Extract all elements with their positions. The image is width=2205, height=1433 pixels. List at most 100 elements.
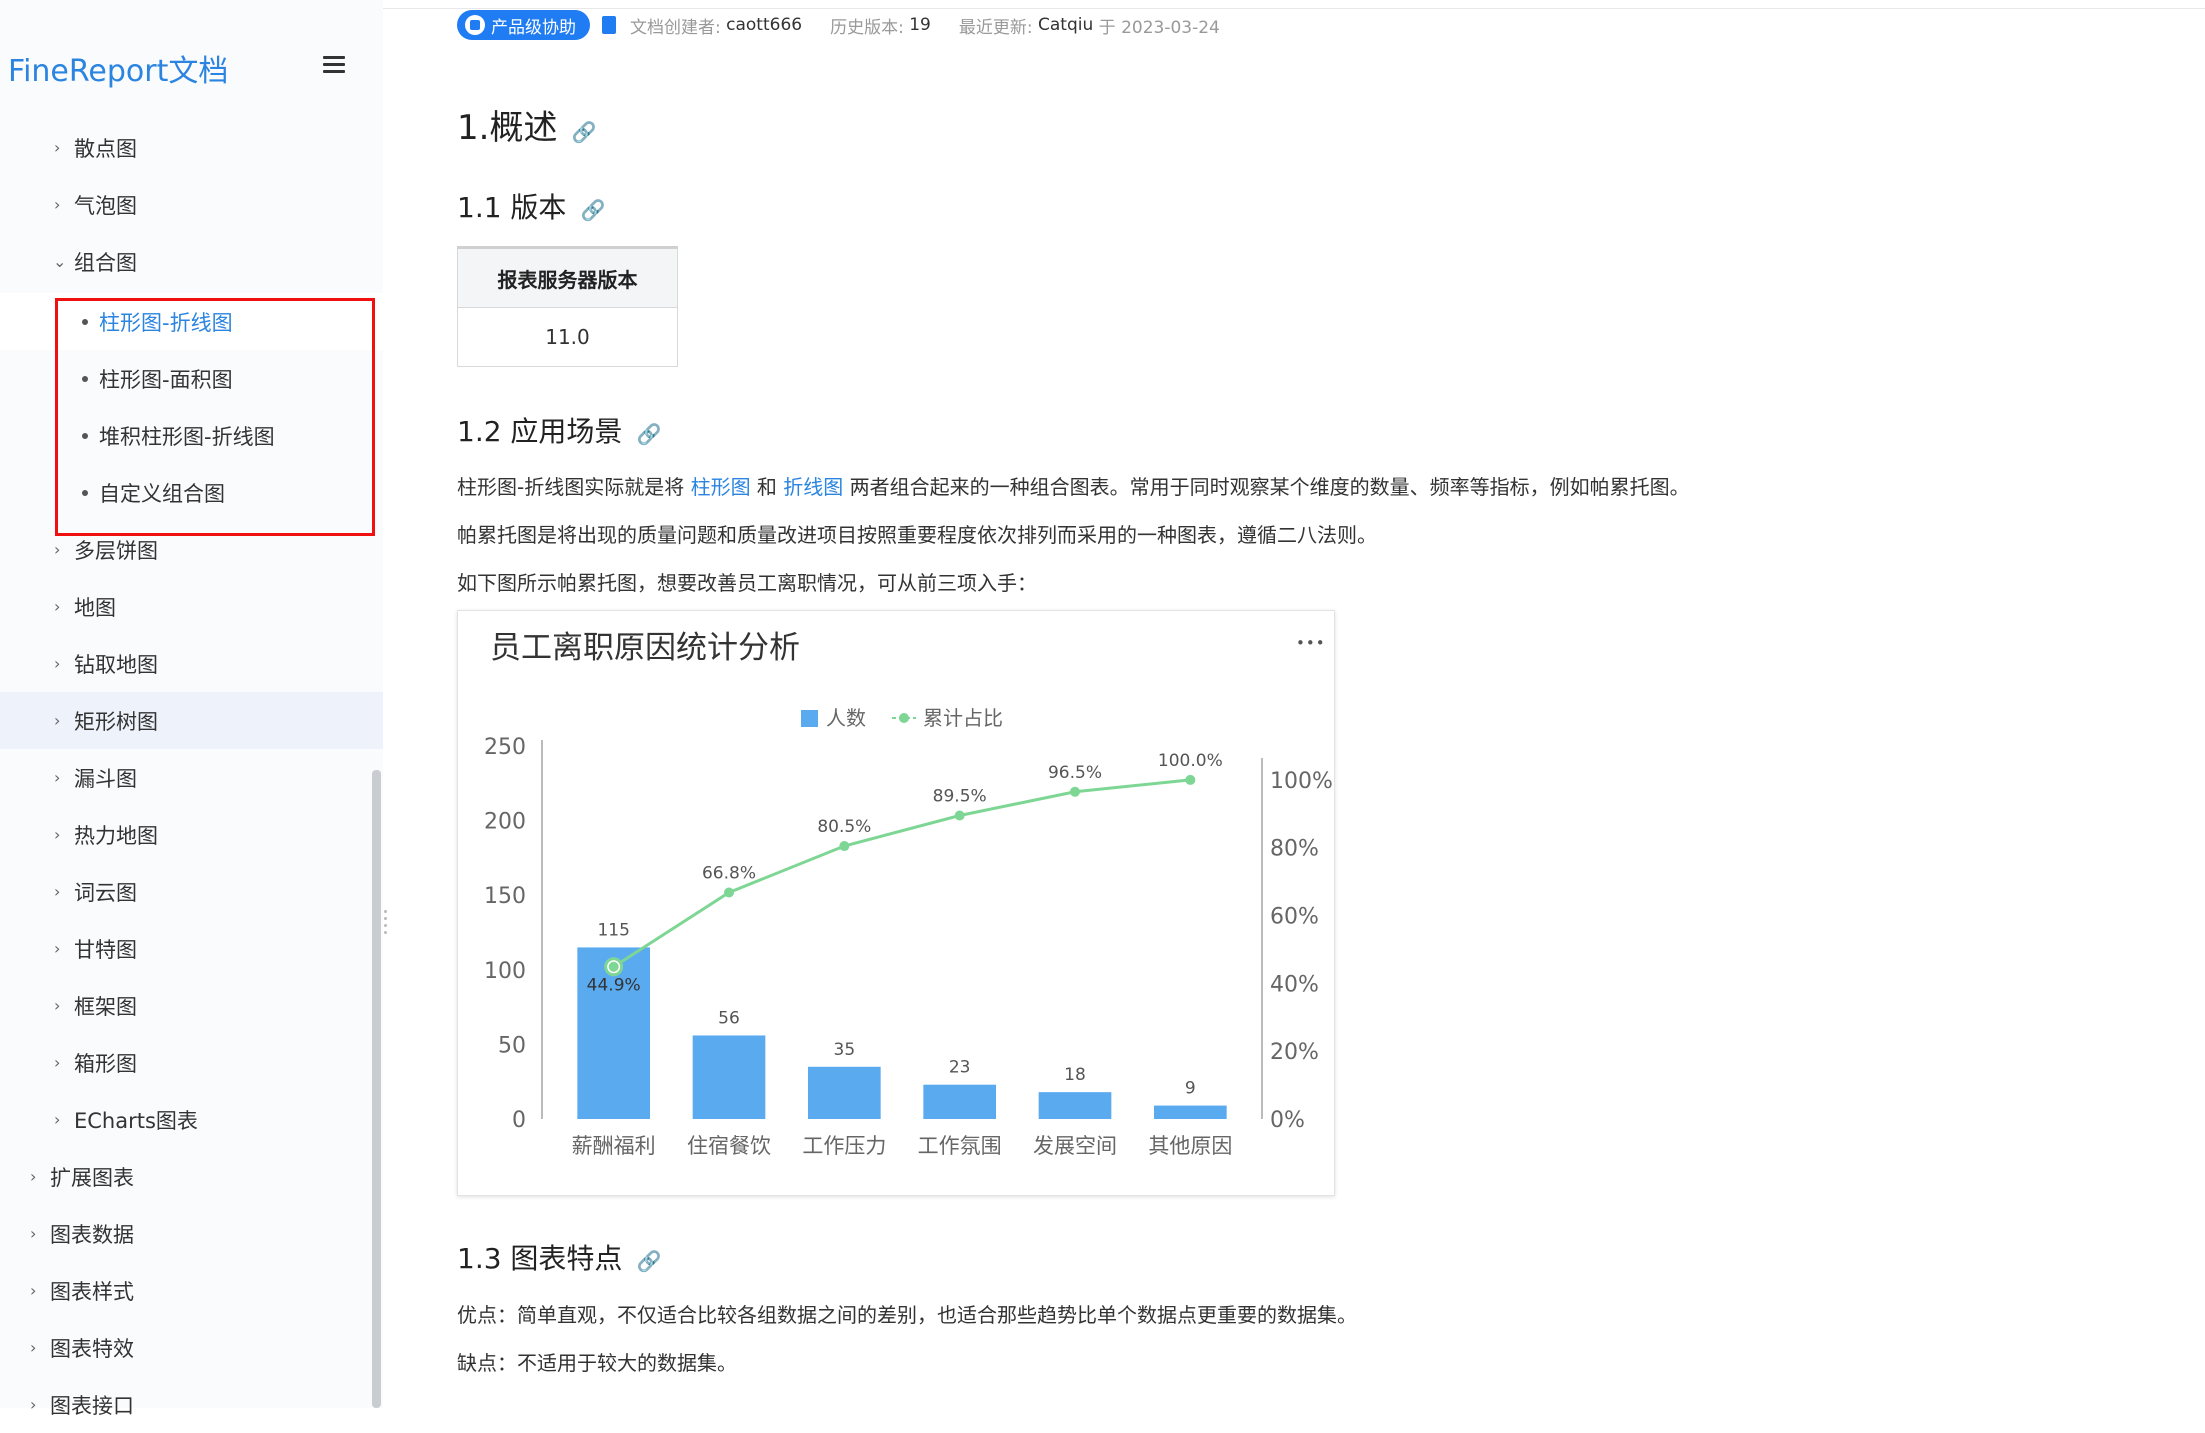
legend-line-label: 累计占比 xyxy=(923,706,1003,730)
paragraph-intro: 柱形图-折线图实际就是将 柱形图 和 折线图 两者组合起来的一种组合图表。常用于… xyxy=(457,475,1690,499)
hamburger-menu-icon[interactable] xyxy=(323,56,345,73)
link-icon[interactable]: 🔗 xyxy=(571,120,596,144)
sidebar-item-word-cloud[interactable]: › 词云图 xyxy=(0,863,383,920)
y2-tick-label: 20% xyxy=(1270,1040,1319,1065)
table-header: 报表服务器版本 xyxy=(457,246,678,308)
x-tick-label: 薪酬福利 xyxy=(572,1134,656,1158)
chevron-right-icon: › xyxy=(54,540,61,559)
sidebar-item-chart-style[interactable]: › 图表样式 xyxy=(0,1262,383,1319)
sidebar-item-boxplot[interactable]: › 箱形图 xyxy=(0,1034,383,1091)
line-value-label: 89.5% xyxy=(933,787,987,807)
sidebar-scrollbar[interactable] xyxy=(372,770,381,1408)
link-icon[interactable]: 🔗 xyxy=(580,198,605,222)
sidebar-item-map[interactable]: › 地图 xyxy=(0,578,383,635)
chevron-right-icon: › xyxy=(54,138,61,157)
chart-container: 员工离职原因统计分析 ••• 人数 累计占比 0 50 100 150 200 250 0% 20% 4… xyxy=(457,610,1335,1196)
chevron-right-icon: › xyxy=(54,654,61,673)
line-value-label: 80.5% xyxy=(817,817,871,837)
bullet-icon xyxy=(82,432,88,439)
sidebar-item-multi-pie[interactable]: › 多层饼图 xyxy=(0,521,383,578)
bar-value-label: 115 xyxy=(597,920,629,940)
heading-overview: 1.概述 🔗 xyxy=(457,108,597,148)
product-support-badge[interactable]: 产品级协助 xyxy=(457,10,590,40)
bullet-icon xyxy=(82,318,88,325)
chevron-right-icon: › xyxy=(54,1110,61,1129)
resize-handle[interactable] xyxy=(384,910,388,940)
y-tick-label: 50 xyxy=(498,1033,526,1058)
sidebar-item-heat-map[interactable]: › 热力地图 xyxy=(0,806,383,863)
y2-tick-label: 0% xyxy=(1270,1108,1305,1133)
sidebar-item-funnel[interactable]: › 漏斗图 xyxy=(0,749,383,806)
bullet-icon xyxy=(82,489,88,496)
chevron-right-icon: › xyxy=(54,711,61,730)
chevron-right-icon: › xyxy=(30,1167,37,1186)
sidebar-item-bar-area[interactable]: 柱形图-面积图 xyxy=(0,350,383,407)
line-point xyxy=(608,961,619,972)
line-value-label: 66.8% xyxy=(702,863,756,883)
line-value-label: 100.0% xyxy=(1158,751,1223,771)
sidebar-item-chart-api[interactable]: › 图表接口 xyxy=(0,1376,383,1433)
creator-name[interactable]: caott666 xyxy=(726,15,802,35)
link-icon[interactable]: 🔗 xyxy=(636,422,661,446)
line-value-label: 44.9% xyxy=(587,976,641,996)
y2-tick-label: 40% xyxy=(1270,972,1319,997)
chevron-right-icon: › xyxy=(54,768,61,787)
line-point xyxy=(724,887,734,898)
chevron-right-icon: › xyxy=(30,1338,37,1357)
document-icon xyxy=(602,16,616,34)
paragraph-example: 如下图所示帕累托图，想要改善员工离职情况，可从前三项入手： xyxy=(457,571,1037,595)
history-count[interactable]: 19 xyxy=(909,15,931,35)
sidebar-item-chart-data[interactable]: › 图表数据 xyxy=(0,1205,383,1262)
sidebar-item-chart-effects[interactable]: › 图表特效 xyxy=(0,1319,383,1376)
sidebar-item-bar-line[interactable]: 柱形图-折线图 xyxy=(0,293,383,350)
cube-icon xyxy=(465,15,485,35)
chevron-right-icon: › xyxy=(54,996,61,1015)
legend-bar-swatch xyxy=(801,710,818,727)
y-tick-label: 150 xyxy=(484,884,526,909)
chevron-down-icon: ⌄ xyxy=(53,252,67,271)
line-point xyxy=(839,841,850,852)
sidebar-item-frame[interactable]: › 框架图 xyxy=(0,977,383,1034)
paragraph-pareto: 帕累托图是将出现的质量问题和质量改进项目按照重要程度依次排列而采用的一种图表，遵… xyxy=(457,523,1377,547)
sidebar-item-scatter[interactable]: › 散点图 xyxy=(0,119,383,176)
y-tick-label: 100 xyxy=(484,959,526,984)
pareto-chart: 员工离职原因统计分析 ••• 人数 累计占比 0 50 100 150 200 250 0% 20% 4… xyxy=(484,630,1333,1158)
chevron-right-icon: › xyxy=(54,825,61,844)
sidebar-item-combo[interactable]: ⌄ 组合图 xyxy=(0,233,383,290)
y2-tick-label: 80% xyxy=(1270,837,1319,862)
bar-value-label: 56 xyxy=(718,1008,740,1028)
sidebar-item-gantt[interactable]: › 甘特图 xyxy=(0,920,383,977)
sidebar-item-echarts[interactable]: › ECharts图表 xyxy=(0,1091,383,1148)
chevron-right-icon: › xyxy=(30,1395,37,1414)
heading-scenario: 1.2 应用场景 🔗 xyxy=(457,415,662,448)
sidebar-item-bubble[interactable]: › 气泡图 xyxy=(0,176,383,233)
y-tick-label: 250 xyxy=(484,735,526,760)
paragraph-cons: 缺点：不适用于较大的数据集。 xyxy=(457,1351,737,1375)
line-point xyxy=(1070,786,1080,797)
chart-title: 员工离职原因统计分析 xyxy=(490,630,800,666)
sidebar-item-extended-charts[interactable]: › 扩展图表 xyxy=(0,1148,383,1205)
heading-version: 1.1 版本 🔗 xyxy=(457,191,606,224)
cumulative-line xyxy=(612,778,1191,969)
link-icon[interactable]: 🔗 xyxy=(636,1249,661,1273)
site-logo[interactable]: FineReport文档 xyxy=(8,46,228,90)
y-tick-label: 0 xyxy=(512,1108,526,1133)
x-tick-label: 住宿餐饮 xyxy=(687,1134,771,1158)
chevron-right-icon: › xyxy=(54,882,61,901)
sidebar-item-drill-map[interactable]: › 钻取地图 xyxy=(0,635,383,692)
sidebar-item-custom-combo[interactable]: 自定义组合图 xyxy=(0,464,383,521)
sidebar-item-stacked-bar-line[interactable]: 堆积柱形图-折线图 xyxy=(0,407,383,464)
chevron-right-icon: › xyxy=(54,195,61,214)
sidebar-item-treemap[interactable]: › 矩形树图 xyxy=(0,692,383,749)
y-tick-label: 200 xyxy=(484,810,526,835)
x-tick-label: 工作氛围 xyxy=(918,1134,1002,1158)
legend-line-marker xyxy=(899,713,909,723)
link-bar-chart[interactable]: 柱形图 xyxy=(691,475,751,499)
doc-meta: 产品级协助 文档创建者: caott666 历史版本: 19 最近更新: Cat… xyxy=(457,10,1220,40)
more-options-icon[interactable]: ••• xyxy=(1296,634,1326,652)
bar-value-label: 18 xyxy=(1064,1065,1086,1085)
link-line-chart[interactable]: 折线图 xyxy=(783,475,843,499)
updated-by[interactable]: Catqiu xyxy=(1038,15,1093,35)
sidebar: FineReport文档 › 散点图 › 气泡图 ⌄ 组合图 柱形图-折线图 柱形图-… xyxy=(0,0,383,1418)
bar xyxy=(808,1066,881,1119)
